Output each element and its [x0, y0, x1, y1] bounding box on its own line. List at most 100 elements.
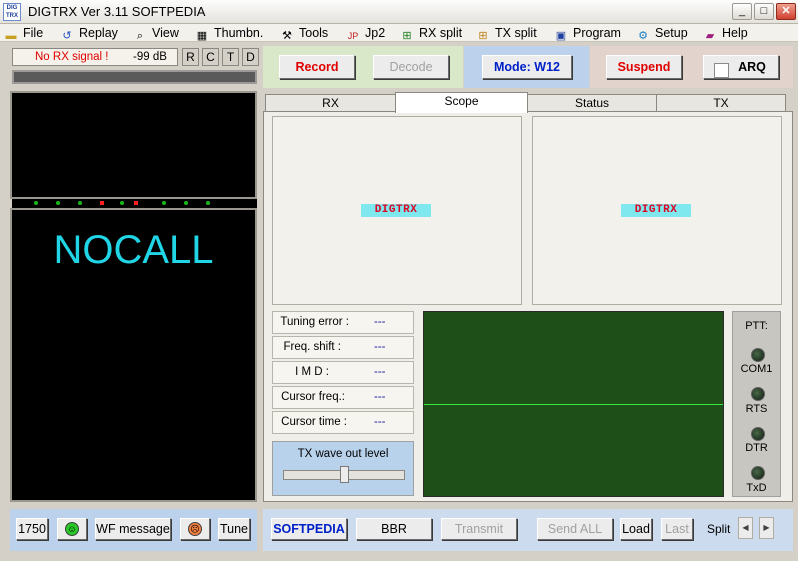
freq-shift-value: --- — [374, 341, 386, 353]
marker-dot — [162, 201, 166, 205]
suspend-button[interactable]: Suspend — [606, 55, 682, 79]
scope-trace-display — [423, 311, 724, 497]
arq-checkbox-box[interactable] — [714, 63, 729, 78]
happy-face-button[interactable]: ☺ — [57, 518, 87, 540]
rts-led-icon[interactable] — [751, 387, 765, 401]
program-icon: ▣ — [555, 30, 567, 42]
record-decode-panel: Record Decode — [263, 46, 463, 88]
dtr-led-icon[interactable] — [751, 427, 765, 441]
send-all-button[interactable]: Send ALL — [537, 518, 613, 540]
flag-r[interactable]: R — [182, 48, 199, 66]
flag-d[interactable]: D — [242, 48, 259, 66]
measurement-row: Tuning error : --- — [272, 311, 414, 334]
tab-tx[interactable]: TX — [656, 94, 786, 111]
tune-button[interactable]: Tune — [218, 518, 250, 540]
wf-message-button[interactable]: WF message — [95, 518, 171, 540]
tx-wave-level-panel: TX wave out level — [272, 441, 414, 496]
menu-help[interactable]: ▰ Help — [703, 25, 748, 42]
scroll-left-button[interactable]: ◀ — [738, 517, 753, 539]
digtrx-logo-right: DIGTRX — [621, 204, 691, 217]
txd-led-icon[interactable] — [751, 466, 765, 480]
bbr-button[interactable]: BBR — [356, 518, 432, 540]
tools-icon: ⚒ — [282, 30, 292, 42]
menu-replay[interactable]: ↺ Replay — [60, 25, 118, 42]
menu-bar: ▬ File ↺ Replay ⌕ View ▦ Thumbn. ⚒ Tools JP Jp… — [0, 24, 798, 42]
last-button[interactable]: Last — [661, 518, 693, 540]
arq-checkbox[interactable]: ARQ — [703, 55, 779, 79]
rts-label: RTS — [745, 403, 768, 415]
tuning-error-label: Tuning error : — [280, 316, 349, 328]
menu-rx-split[interactable]: ⊞ RX split — [400, 25, 462, 42]
tx-split-icon: ⊞ — [478, 30, 488, 42]
title-bar: DIG TRX DIGTRX Ver 3.11 SOFTPEDIA _ □ ✕ — [0, 0, 798, 24]
load-button[interactable]: Load — [620, 518, 652, 540]
tab-bar: RX Scope Status TX — [263, 92, 793, 113]
freq-shift-label: Freq. shift : — [283, 341, 341, 353]
softpedia-button[interactable]: SOFTPEDIA — [271, 518, 347, 540]
marker-dot — [206, 201, 210, 205]
jp2-icon: JP — [347, 31, 359, 41]
marker-dot — [78, 201, 82, 205]
scope-image-left: DIGTRX — [272, 116, 522, 305]
window-title: DIGTRX Ver 3.11 SOFTPEDIA — [28, 4, 206, 19]
replay-icon: ↺ — [62, 30, 72, 42]
menu-program[interactable]: ▣ Program — [554, 25, 621, 42]
image-display: NOCALL — [10, 208, 257, 502]
cursor-freq-value: --- — [374, 391, 386, 403]
dtr-label: DTR — [745, 442, 768, 454]
minimize-button[interactable]: _ — [732, 3, 752, 20]
menu-file[interactable]: ▬ File — [4, 25, 44, 42]
ptt-panel: PTT: COM1 RTS DTR TxD — [732, 311, 781, 497]
happy-face-icon: ☺ — [65, 522, 79, 536]
suspend-arq-panel: Suspend ARQ — [590, 46, 793, 88]
flag-c[interactable]: C — [202, 48, 219, 66]
waterfall-display[interactable] — [10, 91, 257, 199]
menu-tx-split[interactable]: ⊞ TX split — [476, 25, 536, 42]
tx-wave-level-slider[interactable] — [339, 466, 349, 483]
rx-split-icon: ⊞ — [402, 30, 412, 42]
callsign-text: NOCALL — [53, 228, 214, 272]
tuning-marker-strip[interactable] — [12, 199, 257, 208]
setup-icon: ⚙ — [638, 30, 648, 42]
split-label: Split — [707, 522, 731, 536]
scroll-right-button[interactable]: ▶ — [759, 517, 774, 539]
menu-jp2[interactable]: JP Jp2 — [346, 25, 385, 41]
tab-status[interactable]: Status — [527, 94, 657, 111]
sad-face-icon: ☹ — [188, 522, 202, 536]
mode-button[interactable]: Mode: W12 — [482, 55, 572, 79]
imd-label: I M D : — [295, 366, 329, 378]
marker-dot — [120, 201, 124, 205]
menu-thumbn[interactable]: ▦ Thumbn. — [195, 25, 264, 42]
decode-button[interactable]: Decode — [373, 55, 449, 79]
mode-panel: Mode: W12 — [464, 46, 589, 88]
help-book-icon: ▰ — [705, 30, 715, 42]
marker-red — [100, 201, 104, 205]
flag-t[interactable]: T — [222, 48, 239, 66]
magnifier-icon: ⌕ — [136, 30, 144, 42]
sad-face-button[interactable]: ☹ — [180, 518, 210, 540]
digtrx-logo-left: DIGTRX — [361, 204, 431, 217]
app-logo-icon: DIG TRX — [3, 3, 21, 21]
maximize-button[interactable]: □ — [754, 3, 774, 20]
scope-image-right: DIGTRX — [532, 116, 782, 305]
menu-tools[interactable]: ⚒ Tools — [280, 25, 328, 42]
com1-led-icon[interactable] — [751, 348, 765, 362]
tab-scope[interactable]: Scope — [395, 92, 528, 113]
arq-label: ARQ — [738, 60, 766, 74]
cursor-time-value: --- — [374, 416, 386, 428]
bottom-left-toolbar: 1750 ☺ WF message ☹ Tune — [10, 509, 257, 551]
transmit-button[interactable]: Transmit — [441, 518, 517, 540]
measurement-row: I M D : --- — [272, 361, 414, 384]
menu-setup[interactable]: ⚙ Setup — [636, 25, 688, 42]
record-button[interactable]: Record — [279, 55, 355, 79]
rx-signal-indicator: No RX signal ! -99 dB — [12, 48, 178, 66]
tab-rx[interactable]: RX — [265, 94, 396, 111]
scope-trace-line — [424, 404, 723, 405]
signal-level-bar — [12, 70, 257, 84]
freq-1750-button[interactable]: 1750 — [16, 518, 48, 540]
cursor-time-label: Cursor time : — [281, 416, 347, 428]
txd-label: TxD — [746, 482, 767, 494]
marker-dot — [34, 201, 38, 205]
close-button[interactable]: ✕ — [776, 3, 796, 20]
menu-view[interactable]: ⌕ View — [133, 25, 179, 42]
